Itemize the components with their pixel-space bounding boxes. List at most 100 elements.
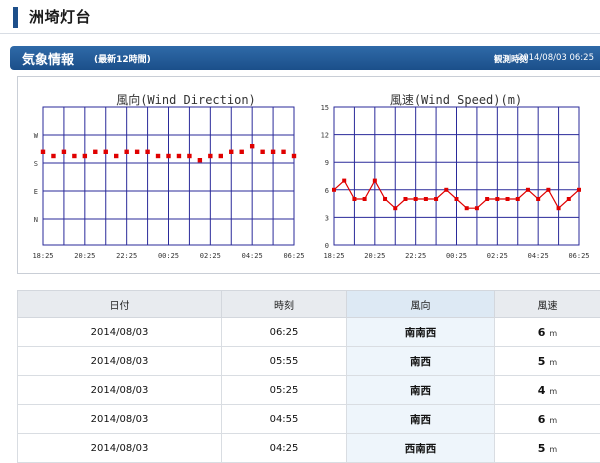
section-subtitle: (最新12時間) (94, 52, 151, 65)
wind-speed-point (455, 197, 459, 201)
wind-direction-point (51, 154, 55, 158)
cell-time: 05:25 (222, 376, 347, 405)
wind-direction-point (260, 150, 264, 154)
wind-speed-point (516, 197, 520, 201)
wind-direction-point (177, 154, 181, 158)
wind-direction-point (135, 150, 139, 154)
speed-value: 5 (538, 442, 546, 455)
wind-speed-x-tick-label: 22:25 (405, 252, 426, 260)
cell-time: 06:25 (222, 318, 347, 347)
wind-speed-x-tick-label: 02:25 (487, 252, 508, 260)
wind-speed-point (424, 197, 428, 201)
table-row: 2014/08/03 04:55 南西 6m (18, 405, 600, 434)
wind-speed-title: 風速(Wind Speed)(m) (390, 93, 522, 107)
cell-speed: 4m (495, 376, 600, 405)
wind-direction-point (219, 154, 223, 158)
wind-direction-title: 風向(Wind Direction) (116, 92, 256, 107)
wind-speed-x-tick-label: 04:25 (528, 252, 549, 260)
wind-speed-y-tick-label: 9 (325, 159, 329, 167)
wind-direction-point (83, 154, 87, 158)
chart-panel: 風向(Wind Direction) WSEN 18:2520:2522:250… (17, 76, 600, 274)
table-row: 2014/08/03 04:25 西南西 5m (18, 434, 600, 463)
wind-direction-point (124, 150, 128, 154)
wind-speed-x-tick-label: 00:25 (446, 252, 467, 260)
wind-direction-point (240, 150, 244, 154)
charts-svg: 風向(Wind Direction) WSEN 18:2520:2522:250… (18, 77, 600, 273)
observation-table: 日付 時刻 風向 風速 2014/08/03 06:25 南南西 6m 2014… (17, 290, 600, 463)
cell-direction: 南西 (347, 405, 495, 434)
wind-direction-point (104, 150, 108, 154)
cell-speed: 5m (495, 434, 600, 463)
cell-date: 2014/08/03 (18, 347, 222, 376)
wind-speed-point (332, 188, 336, 192)
wind-speed-chart: 風速(Wind Speed)(m) 15129630 18:2520:2522:… (321, 93, 590, 260)
wind-speed-point (495, 197, 499, 201)
wind-direction-point (271, 150, 275, 154)
cell-direction: 南西 (347, 347, 495, 376)
column-header-direction: 風向 (347, 291, 495, 318)
wind-speed-point (577, 188, 581, 192)
cell-date: 2014/08/03 (18, 318, 222, 347)
wind-direction-point (292, 154, 296, 158)
wind-direction-x-tick-label: 18:25 (32, 252, 53, 260)
speed-unit: m (549, 387, 557, 396)
wind-speed-y-tick-label: 0 (325, 242, 329, 250)
table-row: 2014/08/03 06:25 南南西 6m (18, 318, 600, 347)
table-header-row: 日付 時刻 風向 風速 (18, 291, 600, 318)
table-row: 2014/08/03 05:25 南西 4m (18, 376, 600, 405)
speed-value: 6 (538, 326, 546, 339)
wind-direction-y-tick-label: E (34, 188, 38, 196)
cell-time: 04:55 (222, 405, 347, 434)
wind-speed-x-tick-label: 20:25 (364, 252, 385, 260)
wind-direction-x-tick-label: 00:25 (158, 252, 179, 260)
wind-direction-point (281, 150, 285, 154)
section-title: 気象情報 (22, 49, 74, 68)
wind-speed-point (567, 197, 571, 201)
wind-speed-point (342, 179, 346, 183)
wind-direction-point (93, 150, 97, 154)
cell-date: 2014/08/03 (18, 376, 222, 405)
wind-direction-point (145, 150, 149, 154)
wind-direction-x-tick-label: 02:25 (200, 252, 221, 260)
wind-speed-point (414, 197, 418, 201)
wind-direction-x-tick-label: 06:25 (283, 252, 304, 260)
cell-time: 05:55 (222, 347, 347, 376)
cell-speed: 6m (495, 318, 600, 347)
speed-unit: m (549, 416, 557, 425)
wind-direction-point (72, 154, 76, 158)
cell-time: 04:25 (222, 434, 347, 463)
wind-speed-y-tick-label: 6 (325, 187, 329, 195)
wind-direction-x-tick-label: 22:25 (116, 252, 137, 260)
wind-direction-point (114, 154, 118, 158)
speed-value: 4 (538, 384, 546, 397)
wind-speed-point (506, 197, 510, 201)
cell-speed: 5m (495, 347, 600, 376)
title-accent-bar (13, 7, 18, 28)
speed-unit: m (549, 445, 557, 454)
wind-direction-x-ticks: 18:2520:2522:2500:2502:2504:2506:25 (32, 252, 304, 260)
observation-time-value: 2014/08/03 06:25 (518, 53, 594, 63)
cell-direction: 西南西 (347, 434, 495, 463)
wind-direction-point (166, 154, 170, 158)
speed-unit: m (549, 358, 557, 367)
wind-direction-y-tick-label: S (34, 160, 38, 168)
column-header-time: 時刻 (222, 291, 347, 318)
wind-direction-point (62, 150, 66, 154)
wind-direction-point (229, 150, 233, 154)
speed-value: 5 (538, 355, 546, 368)
wind-speed-y-ticks: 15129630 (321, 104, 329, 250)
weather-section-header: 気象情報 (最新12時間) 観測時刻 2014/08/03 06:25 (10, 46, 600, 70)
wind-direction-point (187, 154, 191, 158)
wind-speed-point (485, 197, 489, 201)
wind-direction-chart: 風向(Wind Direction) WSEN 18:2520:2522:250… (32, 92, 304, 260)
wind-direction-y-ticks: WSEN (34, 132, 39, 224)
cell-direction: 南南西 (347, 318, 495, 347)
cell-date: 2014/08/03 (18, 434, 222, 463)
column-header-date: 日付 (18, 291, 222, 318)
column-header-speed: 風速 (495, 291, 600, 318)
wind-speed-point (546, 188, 550, 192)
wind-direction-point (156, 154, 160, 158)
wind-speed-x-tick-label: 18:25 (323, 252, 344, 260)
wind-direction-y-tick-label: W (34, 132, 39, 140)
wind-speed-point (383, 197, 387, 201)
